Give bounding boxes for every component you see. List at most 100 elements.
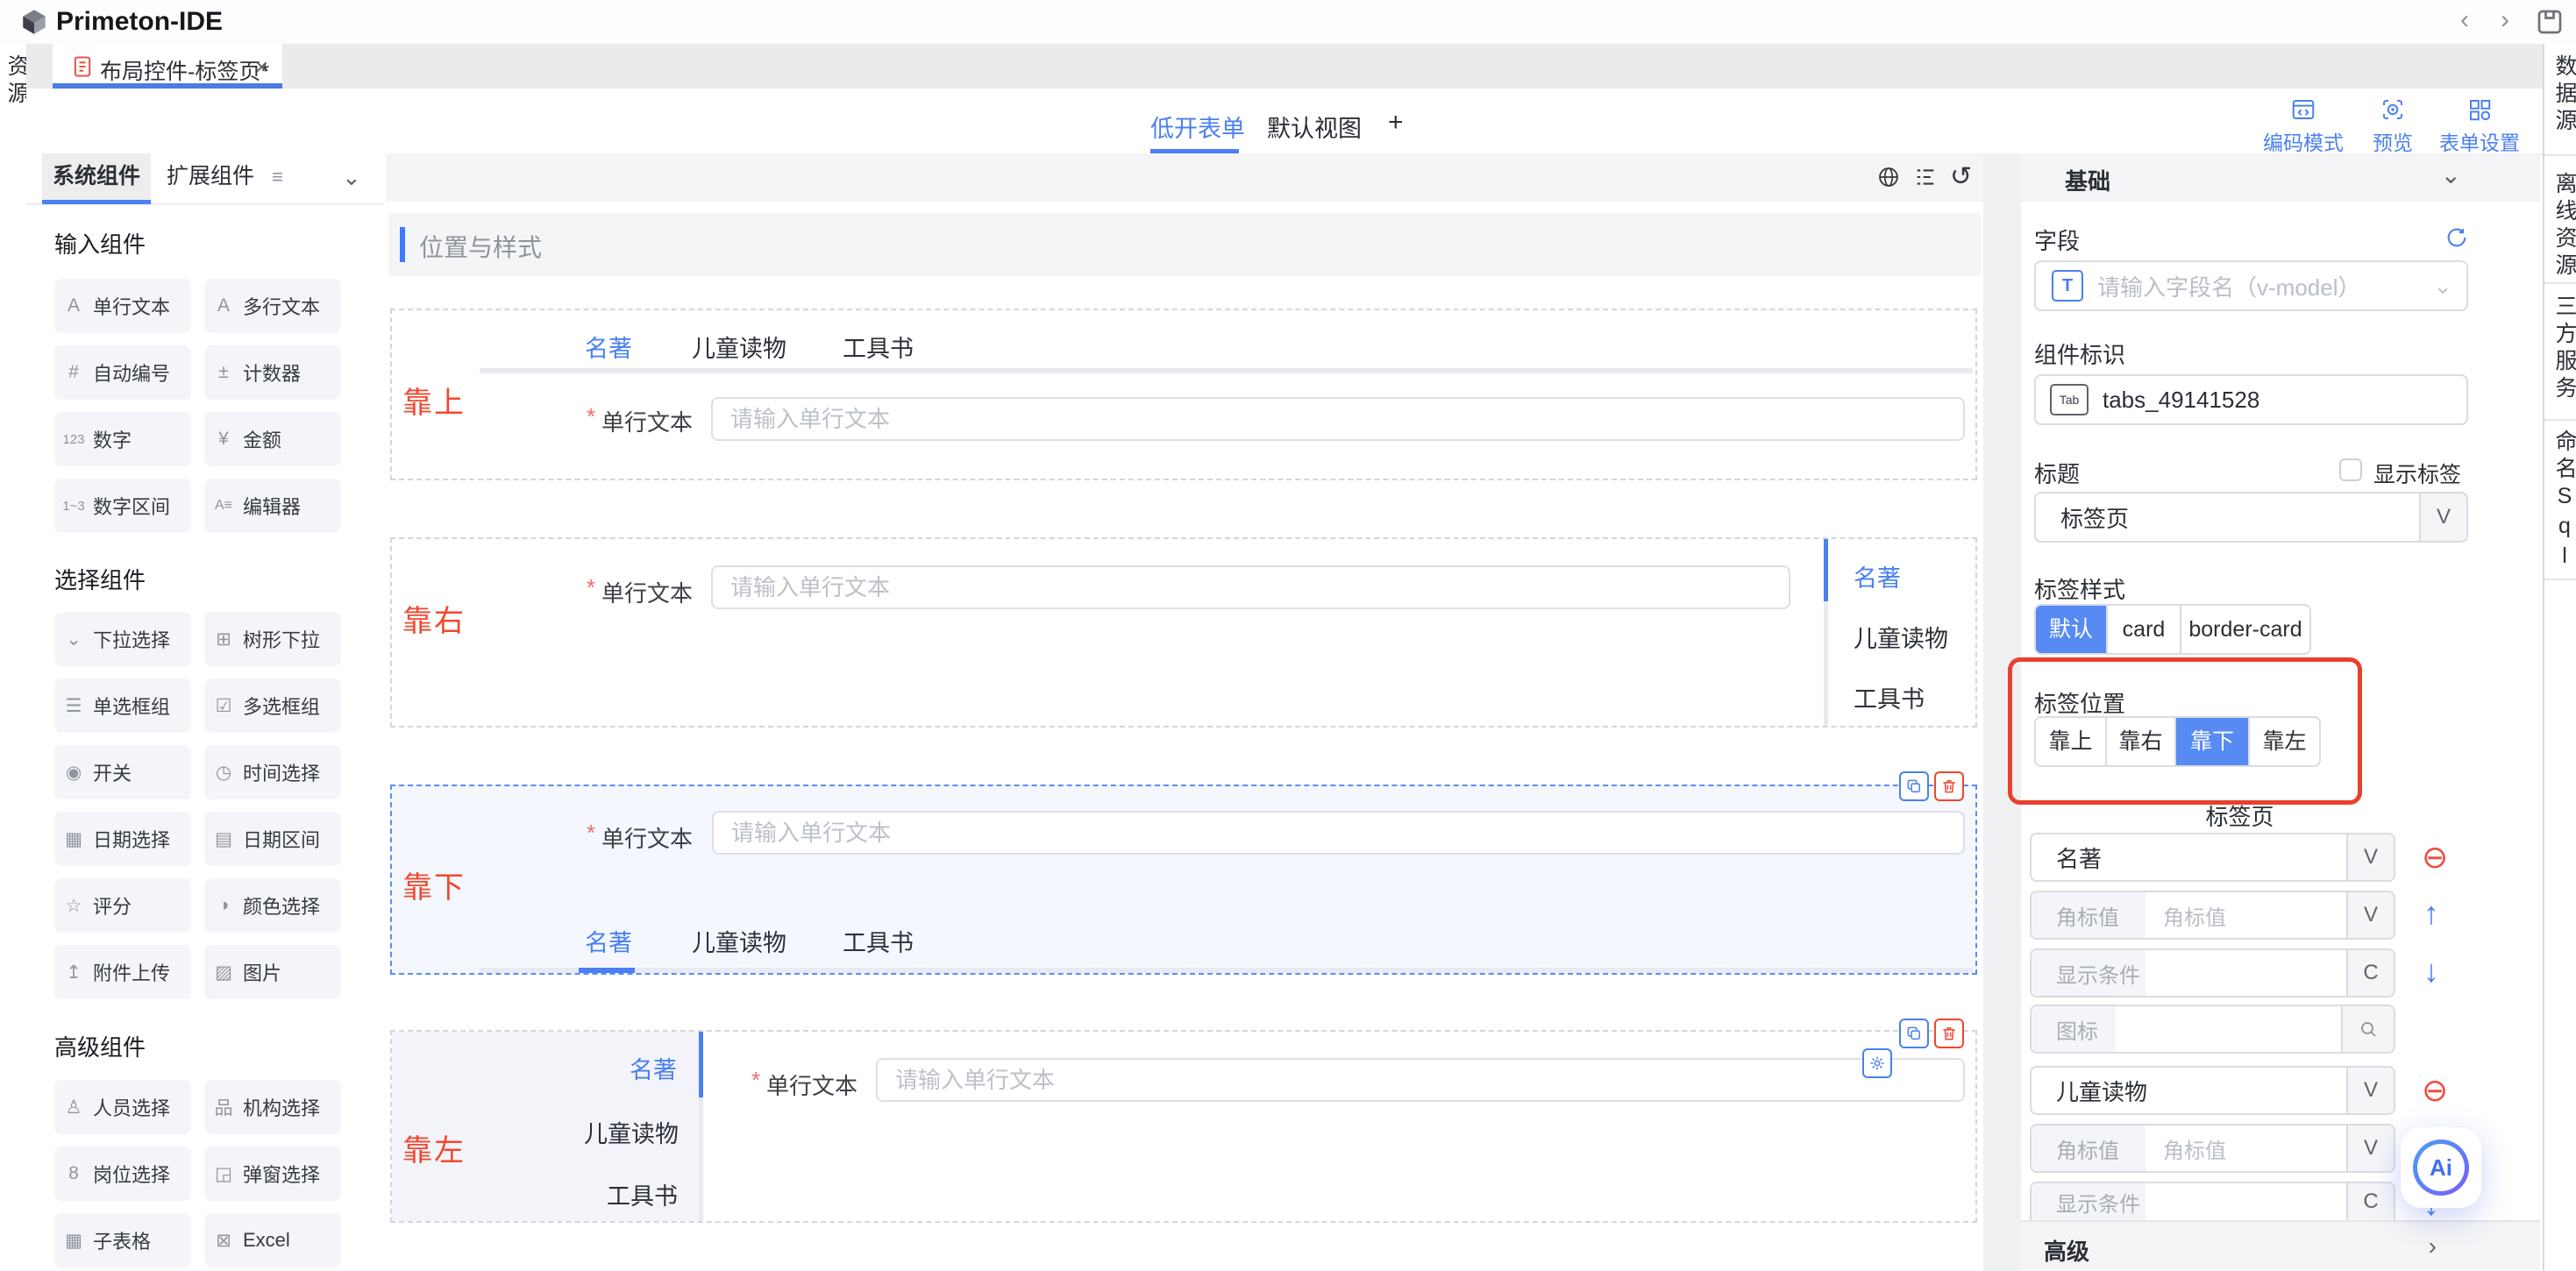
component-item[interactable]: A≡编辑器	[204, 479, 341, 533]
delete-widget-icon[interactable]	[1934, 1019, 1964, 1048]
canvas-tab-gongjushu[interactable]: 工具书	[1854, 680, 1925, 714]
canvas-tab-gongjushu[interactable]: 工具书	[843, 330, 914, 364]
nav-back-icon[interactable]: ‹	[2460, 5, 2469, 35]
condition-suffix[interactable]: C	[2346, 1183, 2394, 1220]
tab-item-name-input[interactable]: 儿童读物 V	[2030, 1066, 2395, 1115]
tabs-widget-position-left[interactable]: 名著 儿童读物 工具书 靠左 * 单行文本 请输入单行文本	[390, 1030, 1977, 1223]
component-item[interactable]: A单行文本	[54, 279, 191, 333]
canvas-tab-ertong[interactable]: 儿童读物	[584, 1115, 679, 1149]
right-rail-item-third-party-services[interactable]: 三方服务	[2549, 295, 2576, 403]
variable-suffix[interactable]: V	[2419, 493, 2466, 541]
title-input[interactable]: 标签页 V	[2034, 492, 2468, 543]
add-view-tab-button[interactable]: +	[1388, 108, 1404, 138]
right-rail-item-datasource[interactable]: 数据源	[2549, 54, 2576, 136]
right-rail-item-offline-resources[interactable]: 离线资源	[2549, 172, 2576, 280]
text-input[interactable]: 请输入单行文本	[712, 811, 1965, 855]
variable-suffix[interactable]: V	[2346, 1068, 2394, 1113]
settings-gear-icon[interactable]	[1862, 1048, 1892, 1078]
component-item[interactable]: ☑多选框组	[204, 678, 341, 733]
canvas-tab-ertong[interactable]: 儿童读物	[1854, 620, 1948, 654]
canvas-tab-mingzhu[interactable]: 名著	[1854, 559, 1901, 593]
search-icon[interactable]	[2341, 1006, 2394, 1052]
sort-list-icon[interactable]: ≡	[272, 166, 283, 188]
undo-icon[interactable]: ↺	[1950, 162, 1972, 192]
tab-position-right[interactable]: 靠右	[2105, 718, 2174, 765]
component-item[interactable]: 8岗位选择	[54, 1147, 191, 1201]
tab-item-condition-input[interactable]: 显示条件 C	[2030, 1182, 2395, 1220]
component-item[interactable]: ☆评分	[54, 878, 191, 933]
component-item[interactable]: ◷时间选择	[204, 745, 341, 799]
tabs-widget-position-top[interactable]: 靠上 名著 儿童读物 工具书 * 单行文本 请输入单行文本	[390, 309, 1977, 480]
ai-assistant-button[interactable]: Ai	[2413, 1140, 2469, 1196]
form-settings-button[interactable]: 表单设置	[2423, 96, 2537, 156]
component-item[interactable]: ♙人员选择	[54, 1080, 191, 1134]
tab-item-name-input[interactable]: 名著 V	[2030, 833, 2395, 882]
tab-item-badge-input[interactable]: 角标值 角标值 V	[2030, 1124, 2395, 1173]
component-item[interactable]: ▦子表格	[54, 1213, 191, 1267]
tabs-widget-position-bottom-selected[interactable]: * 单行文本 请输入单行文本 靠下 名著 儿童读物 工具书	[390, 785, 1977, 975]
text-input[interactable]: 请输入单行文本	[876, 1058, 1965, 1102]
tab-item-badge-input[interactable]: 角标值 角标值 V	[2030, 891, 2395, 940]
advanced-section-header[interactable]: 高级 ›	[2021, 1220, 2540, 1271]
component-item[interactable]: ⌄下拉选择	[54, 612, 191, 666]
component-item[interactable]: ±计数器	[204, 345, 341, 400]
component-id-input[interactable]: Tab tabs_49141528	[2034, 374, 2468, 425]
component-item[interactable]: ☰单选框组	[54, 678, 191, 733]
tab-position-top[interactable]: 靠上	[2036, 718, 2105, 765]
canvas-tab-gongjushu[interactable]: 工具书	[607, 1177, 678, 1211]
close-icon[interactable]: ×	[255, 53, 268, 81]
tab-position-bottom[interactable]: 靠下	[2174, 718, 2248, 765]
component-item[interactable]: ⊞树形下拉	[204, 612, 341, 666]
component-item[interactable]: 品机构选择	[204, 1080, 341, 1134]
variable-suffix[interactable]: V	[2346, 1125, 2394, 1171]
condition-suffix[interactable]: C	[2346, 950, 2394, 996]
save-icon[interactable]	[2534, 6, 2565, 38]
component-item[interactable]: ↥附件上传	[54, 945, 191, 999]
component-item[interactable]: 123数字	[54, 412, 191, 466]
variable-suffix[interactable]: V	[2346, 892, 2394, 938]
tab-item-condition-input[interactable]: 显示条件 C	[2030, 948, 2395, 998]
move-down-icon[interactable]: ↓	[2423, 955, 2439, 987]
canvas-tab-mingzhu[interactable]: 名著	[585, 924, 632, 958]
component-item[interactable]: ¥金额	[204, 412, 341, 466]
component-item[interactable]: #自动编号	[54, 345, 191, 400]
tab-style-border-card[interactable]: border-card	[2180, 606, 2309, 653]
copy-widget-icon[interactable]	[1899, 1019, 1929, 1048]
component-item[interactable]: ▦日期选择	[54, 812, 191, 866]
tab-system-components[interactable]: 系统组件	[42, 153, 151, 204]
tab-lowcode-form[interactable]: 低开表单	[1150, 110, 1245, 144]
canvas-tab-ertong[interactable]: 儿童读物	[692, 924, 786, 958]
component-item[interactable]: ▤日期区间	[204, 812, 341, 866]
component-item[interactable]: ◲弹窗选择	[204, 1147, 341, 1201]
tab-style-default[interactable]: 默认	[2036, 606, 2106, 653]
variable-suffix[interactable]: V	[2346, 834, 2394, 880]
inspector-header[interactable]: 基础 ⌄	[2021, 153, 2540, 202]
tabs-widget-position-right[interactable]: 靠右 * 单行文本 请输入单行文本 名著 儿童读物 工具书	[390, 537, 1977, 728]
field-select[interactable]: T 请输入字段名（v-model） ⌄	[2034, 260, 2468, 311]
tab-item-icon-input[interactable]: 图标	[2030, 1005, 2395, 1054]
tab-style-card[interactable]: card	[2106, 606, 2180, 653]
canvas-tab-gongjushu[interactable]: 工具书	[843, 924, 914, 958]
remove-tab-item-icon[interactable]: ⊖	[2422, 841, 2448, 873]
tab-position-left[interactable]: 靠左	[2248, 718, 2319, 765]
text-input[interactable]: 请输入单行文本	[711, 397, 1965, 441]
canvas-tab-mingzhu[interactable]: 名著	[630, 1051, 677, 1085]
right-rail-item-named-sql[interactable]: 命名Sql	[2549, 430, 2576, 573]
component-item[interactable]: A多行文本	[204, 279, 341, 333]
text-input[interactable]: 请输入单行文本	[711, 565, 1790, 609]
tab-extended-components[interactable]: 扩展组件	[156, 153, 265, 200]
copy-widget-icon[interactable]	[1899, 771, 1929, 801]
component-item[interactable]: ⊠Excel	[204, 1213, 341, 1267]
move-up-icon[interactable]: ↑	[2423, 898, 2439, 929]
chevron-down-icon[interactable]: ⌄	[2441, 160, 2461, 189]
refresh-icon[interactable]	[2444, 225, 2469, 250]
chevron-down-icon[interactable]: ⌄	[342, 164, 361, 191]
document-tab[interactable]: 布局控件-标签页* ×	[53, 44, 282, 89]
component-item[interactable]: ◑颜色选择	[204, 878, 341, 933]
canvas-tab-mingzhu[interactable]: 名著	[585, 330, 632, 364]
nav-forward-icon[interactable]: ›	[2501, 5, 2509, 35]
delete-widget-icon[interactable]	[1934, 771, 1964, 801]
show-label-checkbox[interactable]	[2339, 458, 2362, 481]
canvas-tab-ertong[interactable]: 儿童读物	[692, 330, 786, 364]
component-item[interactable]: 1~3数字区间	[54, 479, 191, 533]
